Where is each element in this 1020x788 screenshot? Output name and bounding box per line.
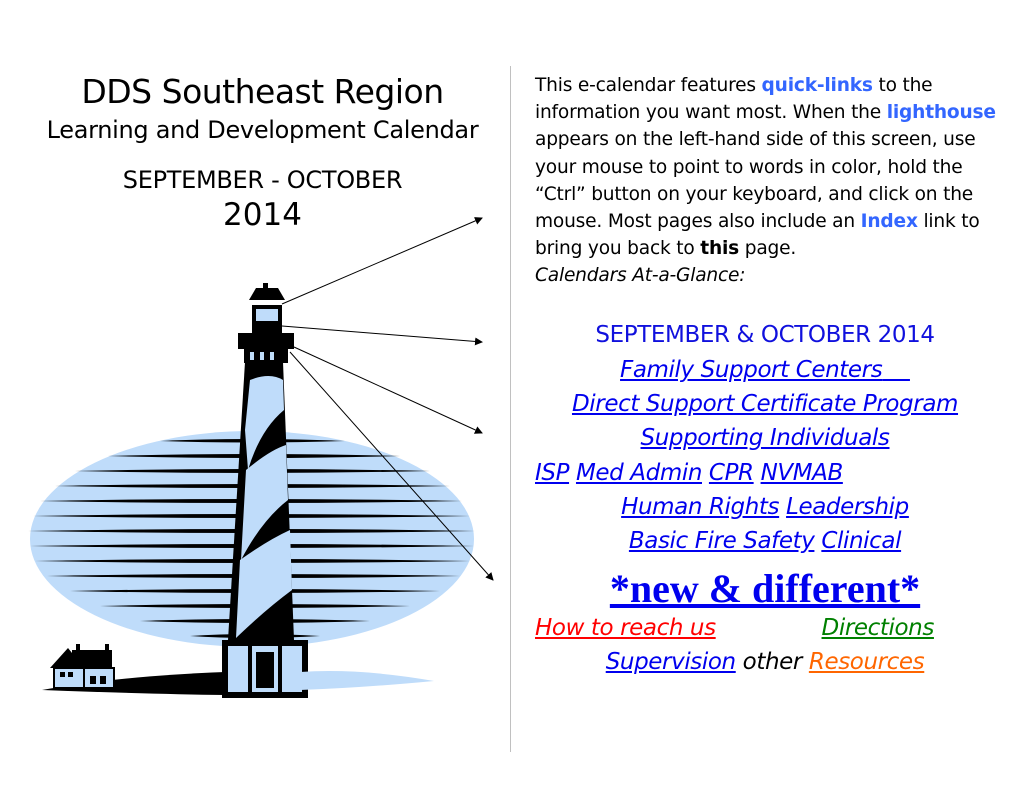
link-trailing-space (882, 357, 910, 383)
link-clinical[interactable]: Clinical (821, 528, 901, 554)
quick-links-highlight: quick-links (761, 75, 873, 96)
link-supervision[interactable]: Supervision (606, 649, 736, 675)
other-label: other (742, 649, 803, 675)
link-sep-oct-2014[interactable]: SEPTEMBER & OCTOBER 2014 (595, 322, 935, 348)
link-human-rights[interactable]: Human Rights (621, 494, 779, 520)
lighthouse-highlight: lighthouse (886, 102, 996, 124)
link-new-and-different[interactable]: *new & different* (610, 566, 920, 611)
link-directions[interactable]: Directions (822, 615, 935, 641)
link-med-admin[interactable]: Med Admin (576, 460, 702, 486)
link-resources[interactable]: Resources (809, 649, 925, 675)
lighthouse-illustration (28, 217, 494, 698)
column-divider (510, 66, 511, 752)
link-supporting-individuals[interactable]: Supporting Individuals (641, 425, 890, 451)
link-isp[interactable]: ISP (535, 460, 569, 486)
left-panel: DDS Southeast Region Learning and Develo… (0, 0, 510, 788)
link-cpr[interactable]: CPR (709, 460, 754, 486)
keeper-house (50, 644, 115, 689)
intro-text: This e-calendar features quick-links to … (535, 75, 996, 287)
link-nvmab[interactable]: NVMAB (761, 460, 844, 486)
ground-shadow (300, 671, 434, 690)
link-family-support-centers[interactable]: Family Support Centers (620, 357, 883, 383)
link-leadership[interactable]: Leadership (786, 494, 909, 520)
calendars-label: Calendars At-a-Glance: (535, 265, 746, 287)
index-highlight: Index (860, 211, 918, 233)
link-basic-fire-safety[interactable]: Basic Fire Safety (629, 528, 815, 554)
link-direct-support-certificate[interactable]: Direct Support Certificate Program (572, 391, 958, 417)
link-how-to-reach-us[interactable]: How to reach us (535, 615, 716, 641)
